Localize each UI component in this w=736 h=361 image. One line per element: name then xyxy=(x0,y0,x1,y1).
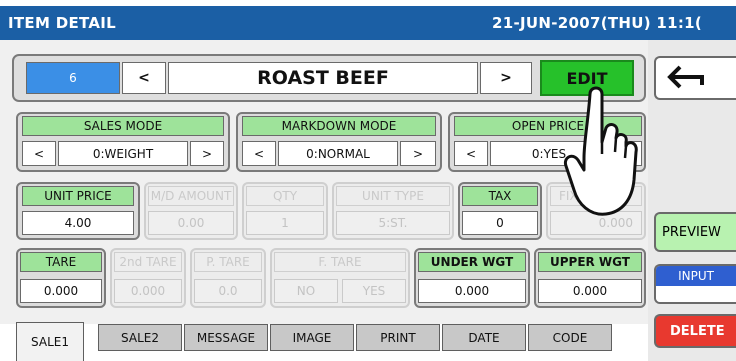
tab-sale2[interactable]: SALE2 xyxy=(98,324,182,351)
f-tare-no-button: NO xyxy=(274,279,338,303)
tab-message[interactable]: MESSAGE xyxy=(184,324,268,351)
f-tare-label: F. TARE xyxy=(274,252,406,272)
sales-mode-value: 0:WEIGHT xyxy=(58,141,188,166)
under-wgt-field[interactable]: 0.000 xyxy=(418,279,526,303)
tare-field[interactable]: 0.000 xyxy=(20,279,102,303)
markdown-mode-value: 0:NORMAL xyxy=(278,141,398,166)
sales-mode-next[interactable]: > xyxy=(190,141,224,166)
item-number[interactable]: 6 xyxy=(26,62,120,94)
md-amount-label: M/D AMOUNT xyxy=(148,186,234,206)
qty-label: QTY xyxy=(246,186,324,206)
prev-item-button[interactable]: < xyxy=(122,62,166,94)
delete-button[interactable]: DELETE xyxy=(654,314,736,348)
f-tare-yes-button: YES xyxy=(342,279,406,303)
unit-type-label: UNIT TYPE xyxy=(336,186,450,206)
tax-field[interactable]: 0 xyxy=(462,211,538,235)
tab-sale1[interactable]: SALE1 xyxy=(16,322,84,361)
markdown-mode-next[interactable]: > xyxy=(400,141,436,166)
sales-mode-label: SALES MODE xyxy=(22,116,224,136)
item-name: ROAST BEEF xyxy=(168,62,478,94)
tare-label: TARE xyxy=(20,252,102,272)
tab-code[interactable]: CODE xyxy=(528,324,612,351)
tab-print[interactable]: PRINT xyxy=(356,324,440,351)
md-amount-field: 0.00 xyxy=(148,211,234,235)
second-tare-label: 2nd TARE xyxy=(114,252,182,272)
markdown-mode-label: MARKDOWN MODE xyxy=(242,116,436,136)
upper-wgt-label: UPPER WGT xyxy=(538,252,642,272)
unit-price-label: UNIT PRICE xyxy=(22,186,134,206)
second-tare-field: 0.000 xyxy=(114,279,182,303)
next-item-button[interactable]: > xyxy=(480,62,532,94)
markdown-mode-prev[interactable]: < xyxy=(242,141,276,166)
qty-field: 1 xyxy=(246,211,324,235)
sales-mode-prev[interactable]: < xyxy=(22,141,56,166)
unit-price-field[interactable]: 4.00 xyxy=(22,211,134,235)
delete-label: DELETE xyxy=(670,323,725,339)
p-tare-label: P. TARE xyxy=(194,252,262,272)
back-arrow-icon xyxy=(667,65,704,89)
under-wgt-label: UNDER WGT xyxy=(418,252,526,272)
date-time: 21-JUN-2007(THU) 11:1( xyxy=(492,14,703,32)
unit-type-field: 5:ST. xyxy=(336,211,450,235)
input-indicator: INPUT xyxy=(654,264,736,304)
input-value xyxy=(656,286,736,302)
tax-label: TAX xyxy=(462,186,538,206)
tab-image[interactable]: IMAGE xyxy=(270,324,354,351)
title-bar: ITEM DETAIL 21-JUN-2007(THU) 11:1( xyxy=(0,6,736,40)
back-button[interactable] xyxy=(654,56,736,100)
input-label: INPUT xyxy=(656,266,736,286)
screen-title: ITEM DETAIL xyxy=(8,14,117,32)
upper-wgt-field[interactable]: 0.000 xyxy=(538,279,642,303)
pointing-hand-icon xyxy=(563,86,638,216)
preview-label: PREVIEW xyxy=(662,224,721,240)
preview-button[interactable]: PREVIEW xyxy=(654,212,736,252)
open-price-prev[interactable]: < xyxy=(454,141,488,166)
tab-date[interactable]: DATE xyxy=(442,324,526,351)
p-tare-field: 0.0 xyxy=(194,279,262,303)
